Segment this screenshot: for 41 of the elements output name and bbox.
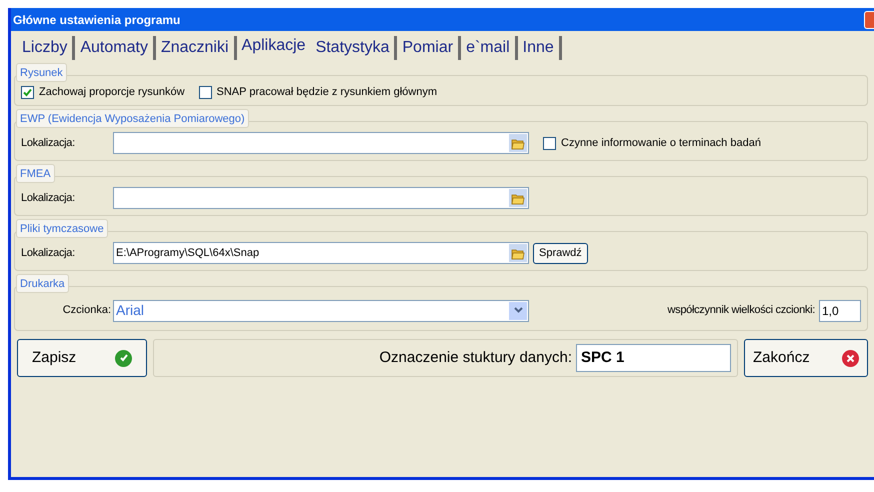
window-title: Główne ustawienia programu (13, 12, 180, 28)
checkbox[interactable] (21, 86, 34, 99)
checkbox-label: SNAP pracował będzie z rysunkiem głównym (216, 85, 438, 100)
tab[interactable]: Statystyka (310, 36, 398, 60)
field-label: Lokalizacja: (21, 136, 76, 151)
field-label: Lokalizacja: (21, 190, 76, 206)
save-button[interactable]: Zapisz (17, 339, 147, 377)
structure-label: Oznaczenie stuktury danych: (379, 348, 572, 368)
tab[interactable]: Liczby (17, 36, 76, 60)
tab[interactable]: Inne (518, 36, 562, 60)
tab[interactable]: Pomiar (397, 36, 462, 60)
structure-field[interactable]: SPC 1 (576, 344, 731, 372)
group-label: Rysunek (16, 63, 67, 82)
tab[interactable]: e`mail (461, 36, 518, 60)
folder-icon[interactable] (509, 189, 527, 207)
checkbox[interactable] (543, 136, 556, 150)
factor-field[interactable]: 1,0 (819, 300, 861, 322)
group-label: Pliki tymczasowe (16, 219, 108, 238)
field-label: współczynnik wielkości czcionki: (667, 303, 815, 318)
close-button[interactable] (864, 10, 874, 28)
checkbox-label: Czynne informowanie o terminach badań (561, 136, 761, 151)
path-field[interactable] (113, 132, 529, 154)
group-label: FMEA (16, 164, 55, 183)
field-label: Czcionka: (62, 303, 112, 318)
check-icon (115, 350, 132, 366)
folder-icon[interactable] (509, 134, 527, 152)
field-value: E:\AProgramy\SQL\64x\Snap (116, 246, 260, 261)
checkbox-label: Zachowaj proporcje rysunków (39, 85, 185, 100)
field-label: Lokalizacja: (21, 246, 76, 261)
path-field[interactable]: E:\AProgramy\SQL\64x\Snap (113, 242, 529, 264)
checkbox[interactable] (198, 86, 212, 99)
folder-icon[interactable] (509, 244, 527, 262)
check-button[interactable]: Sprawdź (533, 242, 588, 264)
group-label: EWP (Ewidencja Wyposażenia Pomiarowego) (16, 109, 249, 128)
group-label: Drukarka (16, 274, 69, 293)
close-dialog-button[interactable]: Zakończ (744, 339, 868, 377)
font-dropdown[interactable]: Arial (113, 300, 529, 322)
cancel-icon (842, 350, 859, 366)
tab[interactable]: Automaty (75, 36, 156, 60)
path-field[interactable] (113, 187, 529, 209)
dropdown-value: Arial (116, 301, 144, 320)
